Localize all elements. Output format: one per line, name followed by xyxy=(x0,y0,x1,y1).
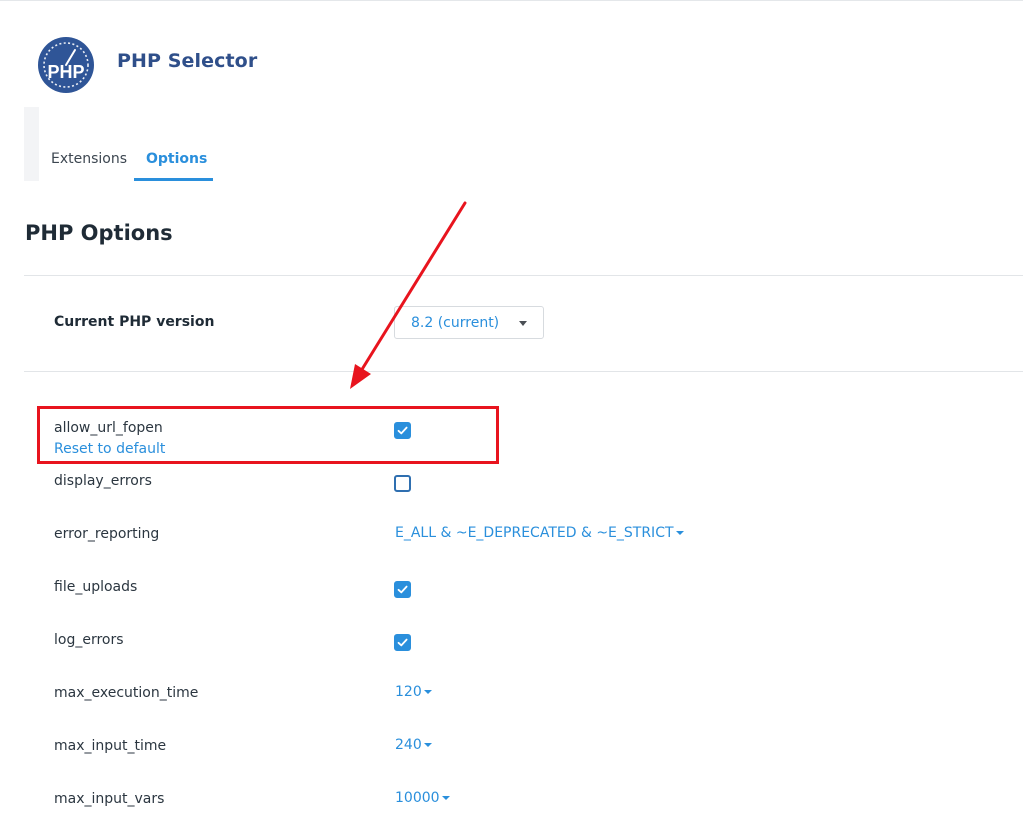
app-title: PHP Selector xyxy=(117,50,258,72)
error-reporting-value: E_ALL & ~E_DEPRECATED & ~E_STRICT xyxy=(395,525,674,541)
max-input-vars-dropdown[interactable]: 10000 xyxy=(395,790,450,806)
active-tab-indicator xyxy=(134,178,213,181)
caret-down-icon xyxy=(675,531,684,535)
caret-down-icon xyxy=(423,743,432,747)
max-input-vars-value: 10000 xyxy=(395,790,440,806)
option-name-log-errors: log_errors xyxy=(54,632,124,648)
tab-bar-gutter xyxy=(24,107,39,181)
annotation-highlight-box xyxy=(37,406,499,464)
option-name-max-input-vars: max_input_vars xyxy=(54,791,165,807)
max-input-time-value: 240 xyxy=(395,737,422,753)
max-input-time-dropdown[interactable]: 240 xyxy=(395,737,432,753)
tab-extensions[interactable]: Extensions xyxy=(51,151,127,167)
file-uploads-checkbox[interactable] xyxy=(394,581,411,598)
checkmark-icon xyxy=(397,638,408,647)
max-execution-time-value: 120 xyxy=(395,684,422,700)
php-logo-icon: PHP xyxy=(38,37,94,93)
tab-options[interactable]: Options xyxy=(146,151,207,167)
logo-text: PHP xyxy=(47,62,84,82)
max-execution-time-dropdown[interactable]: 120 xyxy=(395,684,432,700)
checkmark-icon xyxy=(397,585,408,594)
option-name-max-execution-time: max_execution_time xyxy=(54,685,199,701)
caret-down-icon xyxy=(423,690,432,694)
chevron-down-icon xyxy=(519,321,527,326)
divider xyxy=(24,371,1023,372)
php-version-select[interactable]: 8.2 (current) xyxy=(394,306,544,339)
php-version-label: Current PHP version xyxy=(54,314,215,330)
caret-down-icon xyxy=(441,796,450,800)
top-border xyxy=(0,0,1023,1)
option-name-error-reporting: error_reporting xyxy=(54,526,160,542)
option-name-file-uploads: file_uploads xyxy=(54,579,138,595)
section-title: PHP Options xyxy=(25,221,173,245)
option-name-display-errors: display_errors xyxy=(54,473,152,489)
error-reporting-dropdown[interactable]: E_ALL & ~E_DEPRECATED & ~E_STRICT xyxy=(395,525,684,541)
divider xyxy=(24,275,1023,276)
display-errors-checkbox[interactable] xyxy=(394,475,411,492)
php-version-value: 8.2 (current) xyxy=(411,315,500,331)
option-name-max-input-time: max_input_time xyxy=(54,738,167,754)
log-errors-checkbox[interactable] xyxy=(394,634,411,651)
